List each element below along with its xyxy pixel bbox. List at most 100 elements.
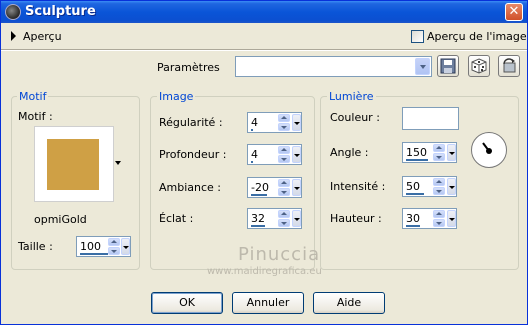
light_group-stepper-1[interactable]: 50	[402, 176, 457, 197]
image-group-title: Image	[157, 90, 196, 103]
watermark-name: Pinuccia	[238, 244, 321, 265]
light_group-value-2[interactable]: 30	[406, 212, 420, 225]
watermark-url: www.maidiregrafica.eu	[207, 266, 322, 277]
image-preview-checkbox[interactable]	[411, 30, 424, 43]
light_group-stepper-2[interactable]: 30	[402, 208, 457, 229]
light_group-value-1[interactable]: 50	[406, 180, 420, 193]
light_group-bar-1	[406, 193, 424, 195]
random-button[interactable]	[468, 55, 490, 77]
size-value[interactable]: 100	[80, 240, 101, 253]
light-color-swatch[interactable]	[402, 107, 459, 130]
save-icon	[440, 58, 456, 74]
angle-dial-icon	[482, 142, 492, 154]
color-label: Couleur :	[330, 111, 380, 124]
reset-icon	[503, 58, 516, 73]
ok-button[interactable]: OK	[151, 292, 223, 314]
arrow-up-icon[interactable]	[433, 144, 445, 152]
image_group-updown-3[interactable]	[278, 210, 290, 227]
pattern-swatch[interactable]	[34, 126, 114, 202]
separator	[1, 49, 527, 51]
image_group-dropdown-icon-0[interactable]	[292, 114, 301, 131]
light_group-bar-0	[406, 159, 428, 161]
motif-group-title: Motif	[17, 90, 49, 103]
cancel-button[interactable]: Annuler	[232, 292, 304, 314]
chevron-down-icon[interactable]	[415, 58, 430, 75]
light_group-updown-2[interactable]	[433, 210, 445, 227]
image_group-value-1[interactable]: 4	[251, 148, 258, 161]
light_group-stepper-0[interactable]: 150	[402, 142, 457, 163]
app-icon	[5, 4, 21, 20]
help-button[interactable]: Aide	[313, 292, 385, 314]
light_group-dropdown-icon-2[interactable]	[447, 210, 456, 227]
image_group-bar-0	[251, 129, 253, 131]
image_group-label-2: Ambiance :	[159, 181, 222, 194]
pattern-name: opmiGold	[34, 213, 87, 226]
image_group-stepper-2[interactable]: -20	[247, 177, 302, 198]
arrow-down-icon[interactable]	[108, 247, 120, 255]
params-dropdown[interactable]	[235, 56, 432, 77]
preview-label[interactable]: Aperçu	[23, 30, 62, 43]
light_group-updown-0[interactable]	[433, 144, 445, 161]
image_group-bar-1	[251, 161, 253, 163]
light_group-label-1: Intensité :	[330, 180, 386, 193]
title-bar[interactable]: Sculpture ✕	[1, 1, 527, 23]
expand-preview-icon[interactable]	[11, 31, 16, 41]
image_group-stepper-3[interactable]: 32	[247, 208, 302, 229]
window-title: Sculpture	[25, 4, 96, 19]
size-bar	[80, 253, 108, 255]
image-preview-label[interactable]: Aperçu de l'image	[427, 30, 527, 43]
size-dropdown-icon[interactable]	[121, 238, 130, 255]
light-group-title: Lumière	[327, 90, 376, 103]
pattern-menu-arrow-icon[interactable]	[115, 161, 121, 165]
image_group-label-1: Profondeur :	[159, 148, 227, 161]
arrow-up-icon[interactable]	[278, 146, 290, 154]
size-label: Taille :	[18, 240, 53, 253]
size-updown[interactable]	[108, 238, 120, 255]
save-preset-button[interactable]	[437, 55, 459, 77]
light_group-label-2: Hauteur :	[330, 212, 382, 225]
reset-button[interactable]	[498, 55, 520, 77]
angle-dial[interactable]	[471, 132, 507, 168]
arrow-down-icon[interactable]	[278, 219, 290, 227]
close-icon: ✕	[508, 4, 520, 19]
image_group-value-3[interactable]: 32	[251, 212, 265, 225]
image_group-bar-3	[251, 225, 265, 227]
image_group-dropdown-icon-1[interactable]	[292, 146, 301, 163]
arrow-up-icon[interactable]	[433, 178, 445, 186]
pattern-swatch-color	[47, 139, 99, 190]
image_group-dropdown-icon-3[interactable]	[292, 210, 301, 227]
arrow-up-icon[interactable]	[278, 114, 290, 122]
close-button[interactable]: ✕	[505, 3, 523, 21]
light_group-dropdown-icon-1[interactable]	[447, 178, 456, 195]
arrow-down-icon[interactable]	[278, 155, 290, 163]
arrow-down-icon[interactable]	[278, 123, 290, 131]
image_group-bar-2	[251, 194, 267, 196]
image_group-dropdown-icon-2[interactable]	[292, 179, 301, 196]
arrow-down-icon[interactable]	[278, 188, 290, 196]
arrow-down-icon[interactable]	[433, 187, 445, 195]
arrow-up-icon[interactable]	[108, 238, 120, 246]
image_group-stepper-0[interactable]: 4	[247, 112, 302, 133]
image_group-updown-0[interactable]	[278, 114, 290, 131]
image_group-label-0: Régularité :	[159, 116, 223, 129]
motif-label: Motif :	[18, 110, 53, 123]
size-stepper[interactable]: 100	[76, 236, 131, 257]
image_group-label-3: Éclat :	[159, 212, 194, 225]
light_group-label-0: Angle :	[330, 146, 369, 159]
sculpture-dialog: Sculpture ✕ Aperçu Aperçu de l'image Par…	[0, 0, 528, 325]
arrow-up-icon[interactable]	[278, 179, 290, 187]
light_group-value-0[interactable]: 150	[406, 146, 427, 159]
light_group-updown-1[interactable]	[433, 178, 445, 195]
image_group-updown-1[interactable]	[278, 146, 290, 163]
arrow-up-icon[interactable]	[278, 210, 290, 218]
arrow-up-icon[interactable]	[433, 210, 445, 218]
image_group-updown-2[interactable]	[278, 179, 290, 196]
light_group-bar-2	[406, 225, 420, 227]
arrow-down-icon[interactable]	[433, 153, 445, 161]
arrow-down-icon[interactable]	[433, 219, 445, 227]
image_group-value-0[interactable]: 4	[251, 116, 258, 129]
image_group-stepper-1[interactable]: 4	[247, 144, 302, 165]
light_group-dropdown-icon-0[interactable]	[447, 144, 456, 161]
image_group-value-2[interactable]: -20	[251, 181, 269, 194]
params-label: Paramètres	[157, 61, 220, 74]
